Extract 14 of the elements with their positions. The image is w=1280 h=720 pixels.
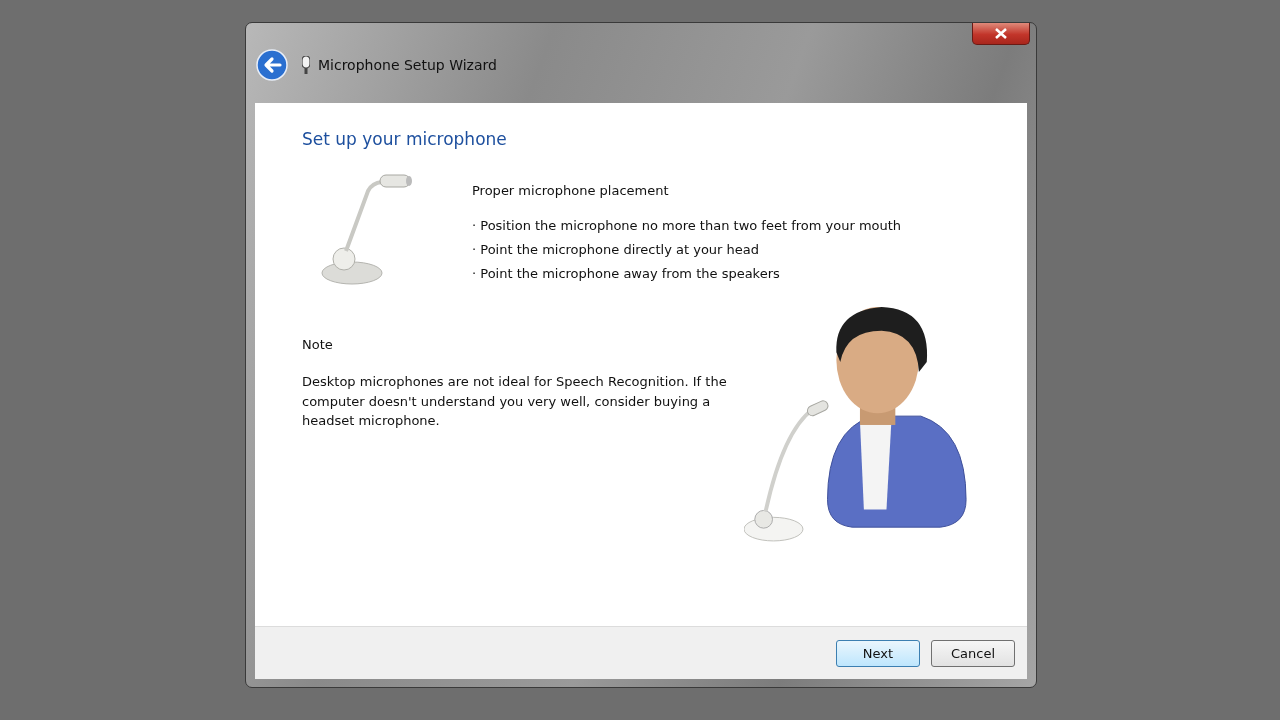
close-icon [994, 28, 1008, 39]
next-button[interactable]: Next [836, 639, 920, 667]
microphone-icon [302, 56, 310, 74]
placement-tip: · Point the microphone away from the speakers [472, 265, 781, 283]
cancel-button[interactable]: Cancel [931, 639, 1015, 667]
placement-tip: · Position the microphone no more than two feet from your mouth [472, 217, 902, 235]
placement-tip: · Point the microphone directly at your head [472, 241, 760, 259]
page-heading: Set up your microphone [302, 129, 508, 149]
close-button[interactable] [972, 23, 1030, 45]
note-text: Desktop microphones are not ideal for Speech Recognition. If the computer doesn't understand you very well, consider buying a headset microphone. [302, 373, 728, 430]
note-title: Note [302, 337, 334, 352]
placement-title: Proper microphone placement [472, 183, 670, 198]
window-title: Microphone Setup Wizard [318, 57, 497, 73]
back-button[interactable] [256, 49, 288, 81]
